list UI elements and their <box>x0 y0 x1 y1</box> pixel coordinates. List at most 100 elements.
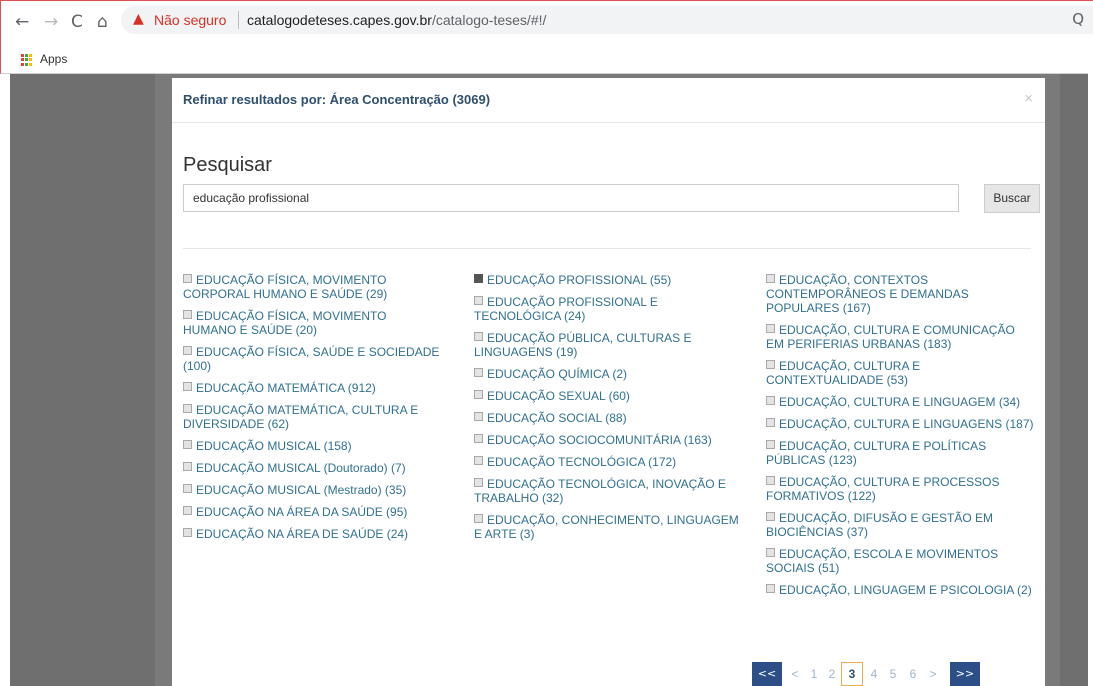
filter-option[interactable]: EDUCAÇÃO MUSICAL (158) <box>183 439 443 453</box>
checkbox[interactable] <box>474 332 483 341</box>
filter-option[interactable]: EDUCAÇÃO QUÍMICA (2) <box>474 367 744 381</box>
checkbox[interactable] <box>183 382 192 391</box>
filter-option-label[interactable]: EDUCAÇÃO SOCIAL (88) <box>487 411 627 425</box>
filter-option[interactable]: EDUCAÇÃO, ESCOLA E MOVIMENTOS SOCIAIS (5… <box>766 547 1034 575</box>
checkbox[interactable] <box>183 346 192 355</box>
filter-option[interactable]: EDUCAÇÃO, CULTURA E PROCESSOS FORMATIVOS… <box>766 475 1034 503</box>
checkbox[interactable] <box>766 512 775 521</box>
page-2[interactable]: 2 <box>825 662 839 686</box>
filter-option[interactable]: EDUCAÇÃO MUSICAL (Mestrado) (35) <box>183 483 443 497</box>
filter-option[interactable]: EDUCAÇÃO, CONTEXTOS CONTEMPORÂNEOS E DEM… <box>766 273 1034 315</box>
prev-page-button[interactable]: < <box>788 662 802 686</box>
filter-option[interactable]: EDUCAÇÃO, CULTURA E LINGUAGEM (34) <box>766 395 1034 409</box>
checkbox[interactable] <box>183 462 192 471</box>
page-3-current[interactable]: 3 <box>841 662 863 686</box>
checkbox[interactable] <box>183 440 192 449</box>
filter-option-label[interactable]: EDUCAÇÃO PROFISSIONAL E TECNOLÓGICA (24) <box>474 295 658 323</box>
next-page-button[interactable]: > <box>926 662 940 686</box>
filter-option-label[interactable]: EDUCAÇÃO, ESCOLA E MOVIMENTOS SOCIAIS (5… <box>766 547 998 575</box>
filter-option-label[interactable]: EDUCAÇÃO, LINGUAGEM E PSICOLOGIA (2) <box>779 583 1032 597</box>
filter-option[interactable]: EDUCAÇÃO, CULTURA E COMUNICAÇÃO EM PERIF… <box>766 323 1034 351</box>
filter-option-label[interactable]: EDUCAÇÃO, CONTEXTOS CONTEMPORÂNEOS E DEM… <box>766 273 969 315</box>
checkbox[interactable] <box>183 484 192 493</box>
warning-icon[interactable]: ▲ <box>133 11 144 27</box>
filter-option-label[interactable]: EDUCAÇÃO, CULTURA E POLÍTICAS PÚBLICAS (… <box>766 439 986 467</box>
checkbox[interactable] <box>183 310 192 319</box>
filter-option[interactable]: EDUCAÇÃO, CULTURA E POLÍTICAS PÚBLICAS (… <box>766 439 1034 467</box>
checkbox[interactable] <box>183 528 192 537</box>
checkbox[interactable] <box>766 360 775 369</box>
filter-option-label[interactable]: EDUCAÇÃO PÚBLICA, CULTURAS E LINGUAGENS … <box>474 331 692 359</box>
first-page-button[interactable]: << <box>752 662 782 686</box>
checkbox[interactable] <box>474 296 483 305</box>
filter-option-label[interactable]: EDUCAÇÃO MATEMÁTICA (912) <box>196 381 376 395</box>
page-6[interactable]: 6 <box>906 662 920 686</box>
filter-option-label[interactable]: EDUCAÇÃO, CULTURA E LINGUAGENS (187) <box>779 417 1034 431</box>
filter-option-label[interactable]: EDUCAÇÃO MUSICAL (Doutorado) (7) <box>196 461 406 475</box>
filter-option[interactable]: EDUCAÇÃO SOCIAL (88) <box>474 411 744 425</box>
filter-option-label[interactable]: EDUCAÇÃO SEXUAL (60) <box>487 389 630 403</box>
filter-option-label[interactable]: EDUCAÇÃO FÍSICA, MOVIMENTO HUMANO E SAÚD… <box>183 309 386 337</box>
checkbox[interactable] <box>474 434 483 443</box>
filter-option-label[interactable]: EDUCAÇÃO TECNOLÓGICA, INOVAÇÃO E TRABALH… <box>474 477 726 505</box>
filter-option[interactable]: EDUCAÇÃO TECNOLÓGICA (172) <box>474 455 744 469</box>
filter-option-label[interactable]: EDUCAÇÃO NA ÁREA DE SAÚDE (24) <box>196 527 408 541</box>
filter-option[interactable]: EDUCAÇÃO FÍSICA, MOVIMENTO HUMANO E SAÚD… <box>183 309 443 337</box>
last-page-button[interactable]: >> <box>950 662 980 686</box>
filter-option-label[interactable]: EDUCAÇÃO, DIFUSÃO E GESTÃO EM BIOCIÊNCIA… <box>766 511 993 539</box>
filter-option-label[interactable]: EDUCAÇÃO MUSICAL (158) <box>196 439 352 453</box>
checkbox[interactable] <box>474 368 483 377</box>
checkbox[interactable] <box>766 324 775 333</box>
checkbox[interactable] <box>474 456 483 465</box>
checkbox[interactable] <box>766 548 775 557</box>
filter-option[interactable]: EDUCAÇÃO, CULTURA E CONTEXTUALIDADE (53) <box>766 359 1034 387</box>
checkbox-checked[interactable] <box>474 274 483 283</box>
filter-option[interactable]: EDUCAÇÃO NA ÁREA DE SAÚDE (24) <box>183 527 443 541</box>
filter-option-label[interactable]: EDUCAÇÃO MATEMÁTICA, CULTURA E DIVERSIDA… <box>183 403 418 431</box>
filter-option[interactable]: EDUCAÇÃO, CULTURA E LINGUAGENS (187) <box>766 417 1034 431</box>
apps-grid-icon[interactable] <box>21 54 33 66</box>
checkbox[interactable] <box>474 478 483 487</box>
filter-option-label[interactable]: EDUCAÇÃO, CULTURA E PROCESSOS FORMATIVOS… <box>766 475 1000 503</box>
checkbox[interactable] <box>766 440 775 449</box>
url-text[interactable]: catalogodeteses.capes.gov.br/catalogo-te… <box>247 12 546 28</box>
filter-option[interactable]: EDUCAÇÃO SOCIOCOMUNITÁRIA (163) <box>474 433 744 447</box>
back-arrow-icon[interactable]: ← <box>15 10 29 34</box>
filter-option[interactable]: EDUCAÇÃO, LINGUAGEM E PSICOLOGIA (2) <box>766 583 1034 597</box>
checkbox[interactable] <box>766 476 775 485</box>
checkbox[interactable] <box>183 404 192 413</box>
filter-option-label[interactable]: EDUCAÇÃO PROFISSIONAL (55) <box>487 273 671 287</box>
filter-option-label[interactable]: EDUCAÇÃO FÍSICA, MOVIMENTO CORPORAL HUMA… <box>183 273 387 301</box>
checkbox[interactable] <box>766 584 775 593</box>
forward-arrow-icon[interactable]: → <box>44 10 58 34</box>
filter-option[interactable]: EDUCAÇÃO FÍSICA, MOVIMENTO CORPORAL HUMA… <box>183 273 443 301</box>
checkbox[interactable] <box>183 274 192 283</box>
close-icon[interactable]: × <box>1024 90 1033 107</box>
home-icon[interactable]: ⌂ <box>97 10 108 34</box>
filter-option-label[interactable]: EDUCAÇÃO, CULTURA E COMUNICAÇÃO EM PERIF… <box>766 323 1015 351</box>
reload-icon[interactable]: C <box>71 10 83 34</box>
filter-option-label[interactable]: EDUCAÇÃO QUÍMICA (2) <box>487 367 627 381</box>
filter-option-label[interactable]: EDUCAÇÃO, CONHECIMENTO, LINGUAGEM E ARTE… <box>474 513 739 541</box>
search-input[interactable]: educação profissional <box>183 184 959 212</box>
checkbox[interactable] <box>474 390 483 399</box>
filter-option[interactable]: EDUCAÇÃO TECNOLÓGICA, INOVAÇÃO E TRABALH… <box>474 477 744 505</box>
security-status[interactable]: Não seguro <box>154 12 226 28</box>
filter-option[interactable]: EDUCAÇÃO, CONHECIMENTO, LINGUAGEM E ARTE… <box>474 513 744 541</box>
zoom-icon[interactable]: Q <box>1072 10 1084 28</box>
filter-option-label[interactable]: EDUCAÇÃO MUSICAL (Mestrado) (35) <box>196 483 406 497</box>
filter-option[interactable]: EDUCAÇÃO MATEMÁTICA (912) <box>183 381 443 395</box>
filter-option-label[interactable]: EDUCAÇÃO TECNOLÓGICA (172) <box>487 455 676 469</box>
filter-option[interactable]: EDUCAÇÃO, DIFUSÃO E GESTÃO EM BIOCIÊNCIA… <box>766 511 1034 539</box>
page-4[interactable]: 4 <box>867 662 881 686</box>
filter-option-label[interactable]: EDUCAÇÃO SOCIOCOMUNITÁRIA (163) <box>487 433 712 447</box>
checkbox[interactable] <box>474 514 483 523</box>
filter-option[interactable]: EDUCAÇÃO MUSICAL (Doutorado) (7) <box>183 461 443 475</box>
page-5[interactable]: 5 <box>886 662 900 686</box>
filter-option[interactable]: EDUCAÇÃO PROFISSIONAL (55) <box>474 273 744 287</box>
filter-option-label[interactable]: EDUCAÇÃO FÍSICA, SAÚDE E SOCIEDADE (100) <box>183 345 439 373</box>
checkbox[interactable] <box>766 274 775 283</box>
filter-option[interactable]: EDUCAÇÃO NA ÁREA DA SAÚDE (95) <box>183 505 443 519</box>
checkbox[interactable] <box>766 418 775 427</box>
filter-option-label[interactable]: EDUCAÇÃO NA ÁREA DA SAÚDE (95) <box>196 505 407 519</box>
